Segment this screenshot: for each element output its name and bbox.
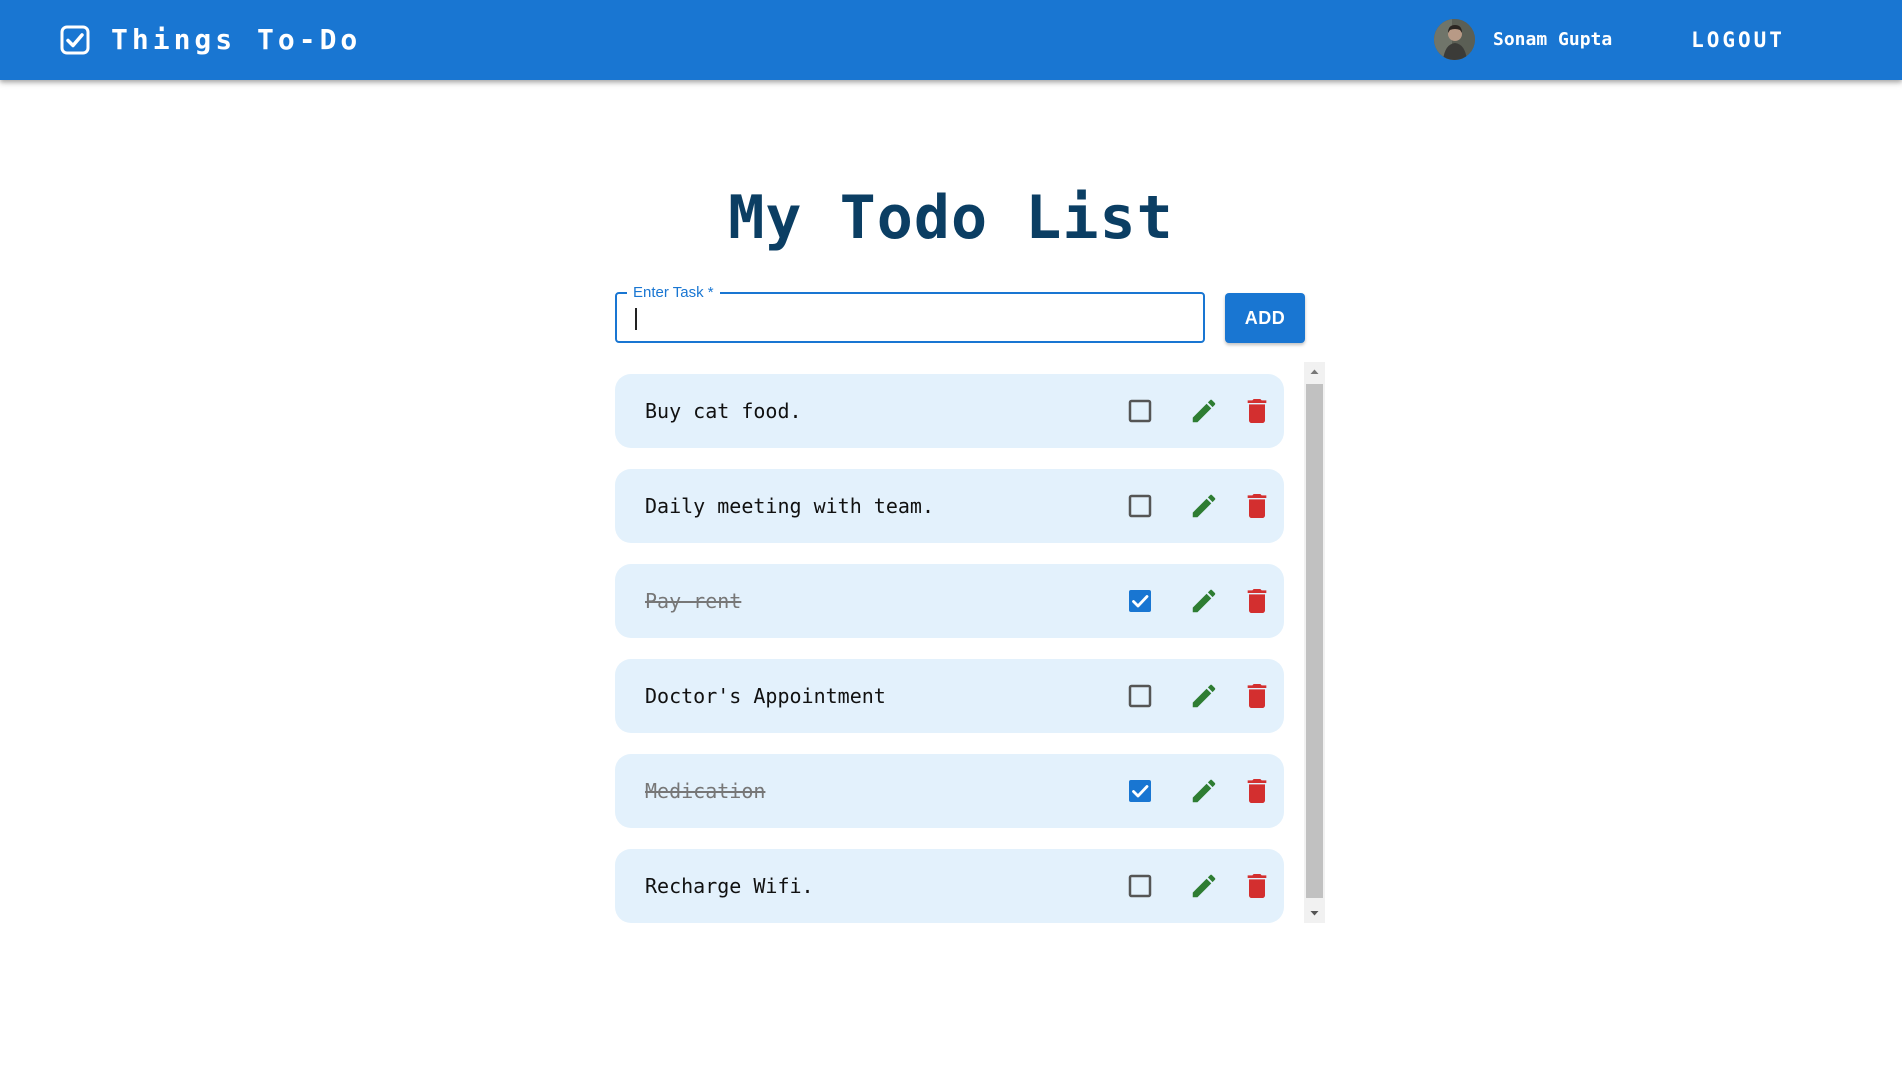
- todo-text: Recharge Wifi.: [645, 874, 814, 898]
- task-field[interactable]: Enter Task *: [615, 284, 1205, 343]
- scroll-up-arrow-icon[interactable]: [1304, 362, 1325, 382]
- pencil-icon[interactable]: [1189, 586, 1219, 616]
- app-title: Things To-Do: [111, 23, 362, 56]
- todo-item: Doctor's Appointment: [615, 659, 1284, 733]
- trash-icon[interactable]: [1241, 395, 1273, 427]
- checkbox-checked-icon[interactable]: [1125, 586, 1155, 616]
- logout-button[interactable]: LOGOUT: [1672, 22, 1804, 58]
- todo-item: Daily meeting with team.: [615, 469, 1284, 543]
- pencil-icon[interactable]: [1189, 396, 1219, 426]
- trash-icon[interactable]: [1241, 585, 1273, 617]
- todo-text: Doctor's Appointment: [645, 684, 886, 708]
- avatar[interactable]: [1434, 19, 1475, 60]
- page-title: My Todo List: [728, 183, 1174, 253]
- task-input[interactable]: [633, 302, 1188, 334]
- text-cursor: [635, 308, 637, 330]
- scroll-down-arrow-icon[interactable]: [1304, 903, 1325, 923]
- add-button[interactable]: ADD: [1225, 293, 1305, 343]
- todo-item: Medication: [615, 754, 1284, 828]
- user-name: Sonam Gupta: [1493, 29, 1613, 50]
- trash-icon[interactable]: [1241, 490, 1273, 522]
- app-bar: Things To-Do Sonam Gupta LOGOUT: [0, 0, 1902, 80]
- checkbox-icon[interactable]: [1125, 871, 1155, 901]
- pencil-icon[interactable]: [1189, 681, 1219, 711]
- todo-item: Buy cat food.: [615, 374, 1284, 448]
- pencil-icon[interactable]: [1189, 776, 1219, 806]
- trash-icon[interactable]: [1241, 680, 1273, 712]
- checkbox-icon[interactable]: [1125, 396, 1155, 426]
- todo-text: Medication: [645, 779, 766, 803]
- todo-item: Pay rent: [615, 564, 1284, 638]
- scrollbar[interactable]: [1304, 362, 1325, 923]
- todo-text: Buy cat food.: [645, 399, 802, 423]
- trash-icon[interactable]: [1241, 775, 1273, 807]
- todo-text: Daily meeting with team.: [645, 494, 934, 518]
- task-field-label: Enter Task *: [627, 284, 720, 302]
- checkbox-icon[interactable]: [1125, 681, 1155, 711]
- todo-text: Pay rent: [645, 589, 742, 613]
- trash-icon[interactable]: [1241, 870, 1273, 902]
- pencil-icon[interactable]: [1189, 871, 1219, 901]
- pencil-icon[interactable]: [1189, 491, 1219, 521]
- checkbox-icon[interactable]: [1125, 491, 1155, 521]
- checkbox-checked-icon[interactable]: [1125, 776, 1155, 806]
- checkbox-icon: [59, 24, 91, 56]
- todo-item: Recharge Wifi.: [615, 849, 1284, 923]
- scrollbar-thumb[interactable]: [1306, 384, 1323, 898]
